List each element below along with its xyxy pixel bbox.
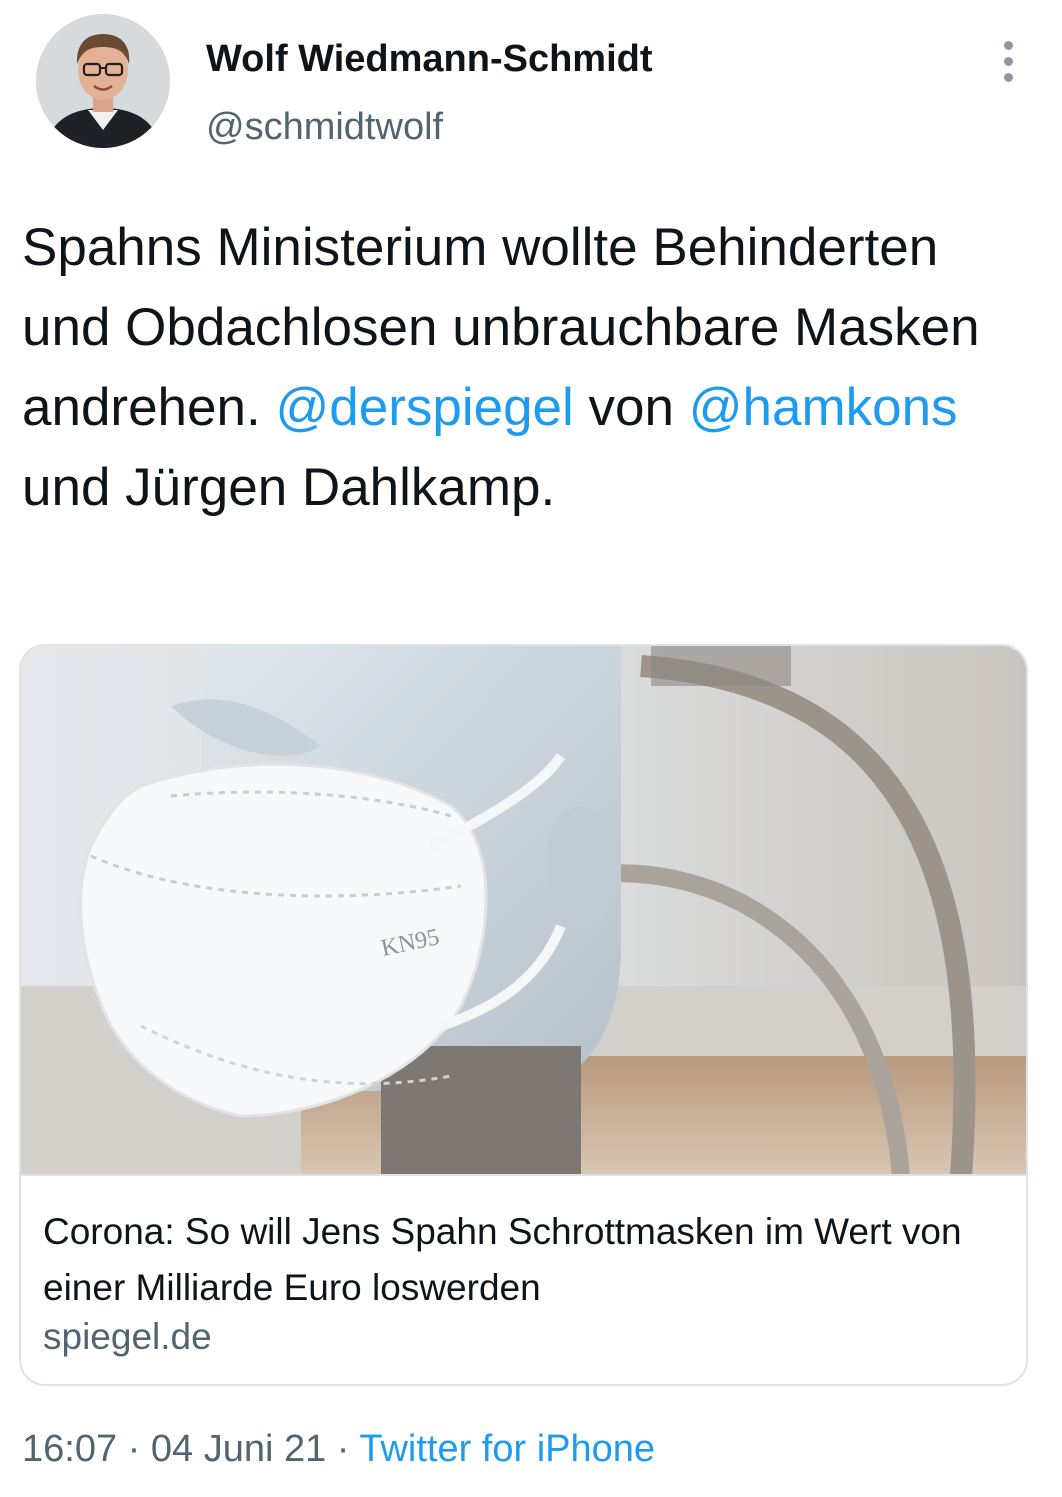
mask-photo: KN95 bbox=[21, 646, 1026, 1176]
author-handle[interactable]: @schmidtwolf bbox=[206, 106, 443, 149]
more-dot bbox=[1003, 56, 1013, 66]
more-dot bbox=[1003, 72, 1013, 82]
meta-separator: · bbox=[326, 1428, 360, 1470]
author-avatar[interactable] bbox=[36, 14, 170, 148]
tweet-date[interactable]: 04 Juni 21 bbox=[151, 1428, 326, 1470]
more-vertical-icon[interactable] bbox=[990, 36, 1026, 86]
tweet-meta: 16:07 · 04 Juni 21 · Twitter for iPhone bbox=[22, 1428, 655, 1471]
link-preview-card[interactable]: KN95 Corona: So will Jens Spahn Schrottm… bbox=[19, 644, 1028, 1386]
more-dot bbox=[1003, 40, 1013, 50]
mention-derspiegel-link[interactable]: @derspiegel bbox=[275, 378, 573, 437]
tweet-text: Spahns Ministerium wollte Behinderten un… bbox=[22, 208, 1032, 528]
mention-hamkons-link[interactable]: @hamkons bbox=[689, 378, 958, 437]
tweet-time[interactable]: 16:07 bbox=[22, 1428, 117, 1470]
tweet-source-link[interactable]: Twitter for iPhone bbox=[359, 1428, 655, 1470]
card-divider bbox=[21, 1174, 1026, 1176]
card-domain: spiegel.de bbox=[43, 1316, 212, 1357]
tweet-text-part: und Jürgen Dahlkamp. bbox=[22, 458, 556, 517]
tweet-text-part: von bbox=[573, 378, 689, 437]
card-image: KN95 bbox=[21, 646, 1026, 1176]
author-display-name[interactable]: Wolf Wiedmann-Schmidt bbox=[206, 38, 653, 81]
card-title[interactable]: Corona: So will Jens Spahn Schrottmasken… bbox=[43, 1204, 1003, 1316]
avatar-photo bbox=[36, 14, 170, 148]
meta-separator: · bbox=[117, 1428, 151, 1470]
